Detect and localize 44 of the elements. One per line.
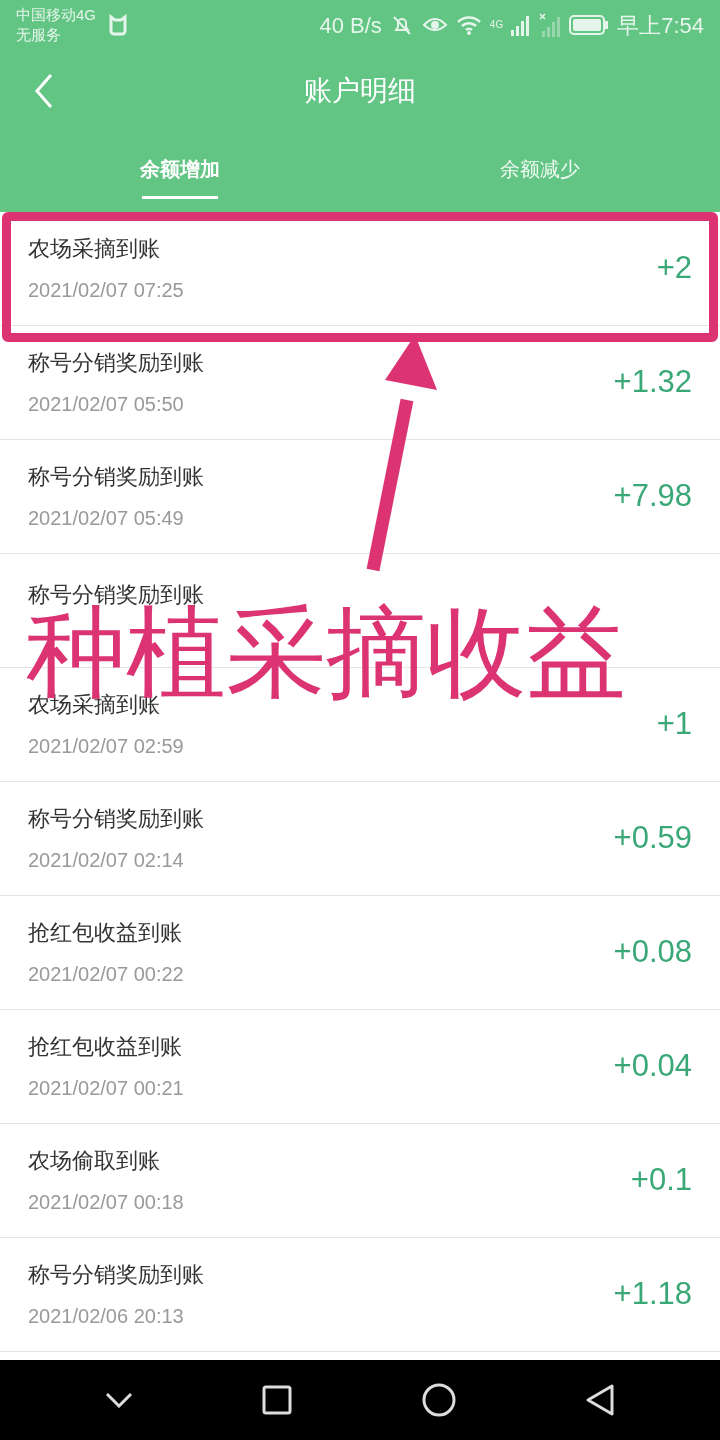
record-title: 抢红包收益到账 <box>28 1033 183 1061</box>
tab[interactable]: 余额增加 <box>0 132 360 212</box>
triangle-icon[interactable] <box>585 1383 616 1417</box>
record-amount: +2 <box>656 249 692 288</box>
record-title: 称号分销奖励到账 <box>28 463 204 491</box>
record-title: 称号分销奖励到账 <box>28 1261 204 1289</box>
record-amount: +1.32 <box>613 363 692 402</box>
clock-text: 早上7:54 <box>617 11 704 40</box>
square-icon[interactable] <box>262 1385 293 1415</box>
battery-icon <box>569 15 610 35</box>
service-text: 无服务 <box>16 25 62 45</box>
record-time: 2021/02/07 05:50 <box>28 392 185 417</box>
chevron-left-icon <box>33 73 55 109</box>
signal-icon <box>511 14 532 36</box>
record-title: 称号分销奖励到账 <box>28 349 204 377</box>
record-amount: +1.18 <box>613 1275 692 1314</box>
record-amount: +0.04 <box>613 1047 692 1086</box>
record-amount: +7.98 <box>613 477 692 516</box>
record-title: 农场采摘到账 <box>28 235 161 263</box>
wifi-icon <box>455 14 482 36</box>
circle-icon[interactable] <box>421 1383 456 1417</box>
record-title: 农场偷取到账 <box>28 1147 161 1175</box>
network-text: 4G <box>489 17 504 32</box>
record-time: 2021/02/07 02:59 <box>28 734 184 759</box>
record-time: 2021/02/07 02:14 <box>28 848 185 873</box>
record-time: 2021/02/07 00:22 <box>28 962 184 987</box>
record-time: 2021/02/07 00:18 <box>28 1190 184 1215</box>
signal-icon <box>539 13 562 37</box>
record-time: 2021/02/07 07:25 <box>28 278 184 303</box>
record-title: 抢红包收益到账 <box>28 919 183 947</box>
record-amount: +1 <box>656 705 692 744</box>
record-amount: +0.08 <box>613 933 692 972</box>
page-title: 账户明细 <box>304 74 416 108</box>
record-time: 2021/02/07 05:49 <box>28 506 185 531</box>
chevron-down-icon[interactable] <box>104 1392 133 1408</box>
notification-icon <box>108 14 128 36</box>
record-time: 2021/02/06 20:13 <box>28 1304 185 1329</box>
carrier-text: 中国移动4G <box>16 5 96 25</box>
record-amount: +0.1 <box>630 1161 692 1200</box>
speed-text: 40 B/s <box>319 11 382 40</box>
tab[interactable]: 余额减少 <box>360 132 720 212</box>
record-title: 称号分销奖励到账 <box>28 805 204 833</box>
record-amount: +0.59 <box>613 819 692 858</box>
record-time: 2021/02/07 00:21 <box>28 1076 184 1101</box>
